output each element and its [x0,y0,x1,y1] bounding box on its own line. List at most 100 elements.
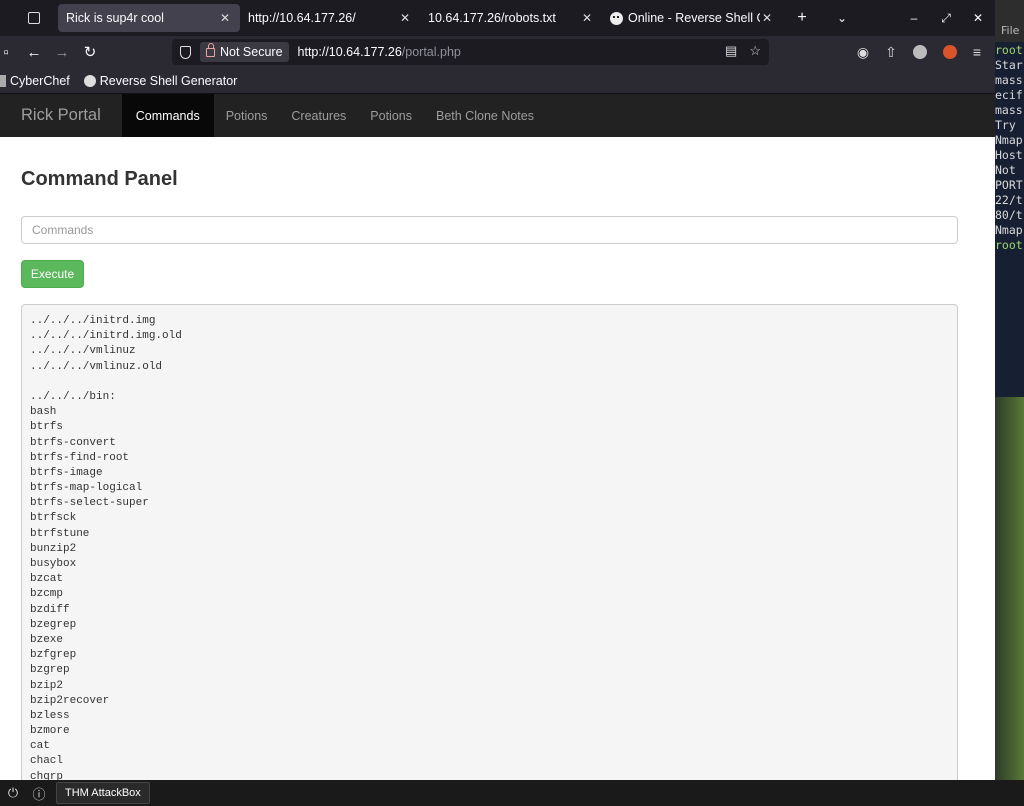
output-line: btrfs-image [30,466,103,479]
command-output: ../../../initrd.img ../../../initrd.img.o… [21,304,958,780]
terminal-line: Not [995,163,1016,177]
page-content: Rick Portal Commands Potions Creatures P… [0,94,995,780]
toolbar-right: ◉ ⇧ ≡ [857,36,981,68]
output-line: bzdiff [30,603,70,616]
tab-list-icon[interactable] [22,6,46,30]
output-line: ../../../initrd.img [30,315,156,327]
bookmark-label: CyberChef [10,73,70,88]
nav-toolbar: ▫ ← → ↻ Not Secure http://10.64.177.26/p… [0,36,995,68]
output-line: ../../../vmlinuz.old [30,360,163,373]
output-line: btrfs-convert [30,436,116,449]
terminal-output: root Star mass ecif mass Try Nmap Host Not PORT… [995,42,1024,397]
minimize-icon[interactable]: – [907,11,921,25]
bookmark-label: Reverse Shell Generator [99,73,238,88]
output-line: btrfs-find-root [30,451,130,464]
close-icon[interactable]: ✕ [760,11,774,25]
nav-potions[interactable]: Potions [214,94,280,137]
info-icon[interactable]: ⓘ [26,784,52,803]
execute-button[interactable]: Execute [21,260,84,288]
extension-icon[interactable] [912,45,927,59]
terminal-line: root [995,238,1023,252]
tab-bar: Rick is sup4r cool ✕ http://10.64.177.26… [0,0,995,36]
terminal-line: Try [995,118,1016,132]
reader-view-icon[interactable]: ▤ [725,43,737,59]
tab-label: Rick is sup4r cool [66,11,164,25]
output-line: bzexe [30,633,64,646]
not-secure-badge[interactable]: Not Secure [200,42,289,62]
output-line: btrfs-select-super [30,497,149,510]
tab-home[interactable]: http://10.64.177.26/ ✕ [240,4,420,32]
forward-icon[interactable]: → [48,44,76,61]
bookmarks-bar: CyberChef Reverse Shell Generator [0,68,995,94]
output-line: bzip2recover [30,694,110,707]
tab-label: Online - Reverse Shell Ge [628,11,760,25]
site-brand[interactable]: Rick Portal [0,106,122,125]
sidebar-icon[interactable]: ▫ [0,44,12,61]
tab-reverse-shell[interactable]: Online - Reverse Shell Ge ✕ [602,4,782,32]
taskbar: ⏻ ⓘ THM AttackBox [0,780,1024,806]
url-text[interactable]: http://10.64.177.26/portal.php [298,45,461,59]
nav-beth-clone-notes[interactable]: Beth Clone Notes [424,94,546,137]
output-line: bunzip2 [30,542,77,555]
terminal-line: PORT [995,178,1023,192]
terminal-line: Star [995,58,1023,72]
nav-creatures[interactable]: Creatures [279,94,358,137]
terminal-line: Nmap [995,133,1023,147]
terminal-menu-file[interactable]: File [995,0,1024,42]
nav-potions-2[interactable]: Potions [358,94,424,137]
back-icon[interactable]: ← [20,44,48,61]
terminal-line: Host [995,148,1023,162]
terminal-line: mass [995,73,1023,87]
url-path: /portal.php [401,45,461,59]
close-icon[interactable]: ✕ [580,11,594,25]
reload-icon[interactable]: ↻ [76,43,104,61]
output-line: chacl [30,755,64,768]
bookmark-cyberchef[interactable]: CyberChef [0,74,70,88]
commands-input[interactable] [21,216,958,244]
restore-icon[interactable]: ⤢ [939,11,953,26]
bookmark-star-icon[interactable]: ☆ [749,43,761,59]
output-line: bzmore [30,725,70,738]
terminal-line: Nmap [995,223,1023,237]
output-line: bzless [30,709,70,722]
window-controls: – ⤢ ✕ [907,0,985,36]
power-icon[interactable]: ⏻ [0,785,26,801]
output-line: btrfsck [30,512,77,525]
close-window-icon[interactable]: ✕ [971,11,985,25]
terminal-line: 22/t [995,193,1023,207]
url-host: http://10.64.177.26 [297,45,402,59]
account-icon[interactable]: ◉ [857,44,869,61]
terminal-line: mass [995,103,1023,117]
nav-commands[interactable]: Commands [121,94,214,137]
bookmark-reverse-shell[interactable]: Reverse Shell Generator [83,73,238,88]
close-icon[interactable]: ✕ [218,11,232,25]
terminal-line: ecif [995,88,1023,102]
terminal-window[interactable]: File root Star mass ecif mass Try Nmap Host Not… [995,0,1024,780]
menu-icon[interactable]: ≡ [973,44,981,60]
browser-window: Rick is sup4r cool ✕ http://10.64.177.26… [0,0,995,780]
output-line: busybox [30,558,77,570]
output-line: bzgrep [30,664,70,677]
taskbar-app-attackbox[interactable]: THM AttackBox [56,782,150,804]
output-line: btrfs-map-logical [30,482,143,495]
desktop-wallpaper [995,397,1024,780]
extension-icon[interactable] [942,45,957,59]
shield-icon[interactable] [180,45,191,59]
tab-label: http://10.64.177.26/ [248,11,356,25]
not-secure-label: Not Secure [220,45,283,59]
output-line: ../../../vmlinuz [30,345,136,358]
new-tab-icon[interactable]: + [788,9,816,27]
extensions-icon[interactable]: ⇧ [885,44,897,61]
tab-rick-is-sup4r-cool[interactable]: Rick is sup4r cool ✕ [58,4,240,32]
site-navbar: Rick Portal Commands Potions Creatures P… [0,94,995,137]
page-title: Command Panel [21,168,178,190]
tab-robots[interactable]: 10.64.177.26/robots.txt ✕ [420,4,602,32]
url-bar[interactable]: Not Secure http://10.64.177.26/portal.ph… [172,39,769,65]
output-line: bzegrep [30,618,77,631]
output-line: chgrp [30,770,64,780]
lock-icon [206,42,215,57]
chevron-down-icon[interactable]: ⌄ [828,11,856,25]
close-icon[interactable]: ✕ [398,11,412,25]
screen: File root Star mass ecif mass Try Nmap Host Not… [0,0,1024,806]
